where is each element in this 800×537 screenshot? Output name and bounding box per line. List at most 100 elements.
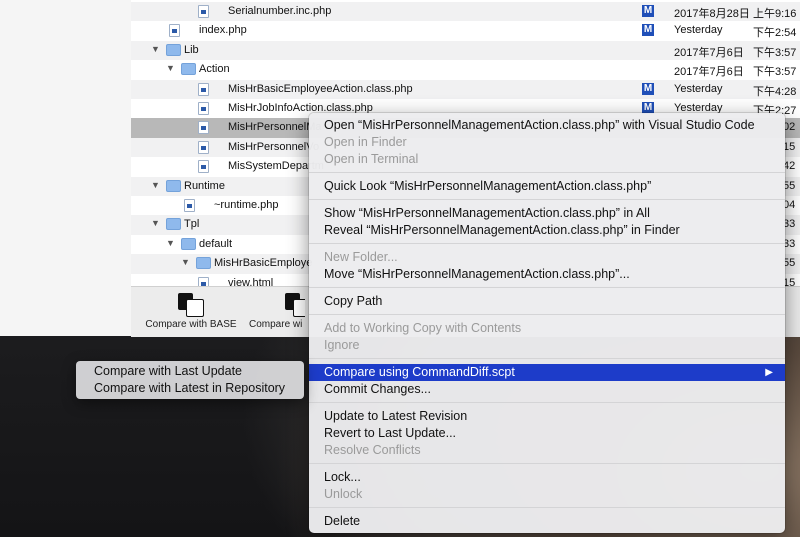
compare-with-base-button[interactable]: Compare with BASE — [141, 293, 241, 330]
folder-icon — [166, 218, 181, 231]
submenu-arrow-icon: ▶ — [765, 367, 773, 378]
php-file-icon — [184, 199, 195, 212]
menu-item-open-mishrpersonnelmanagementaction-clas[interactable]: Open “MisHrPersonnelManagementAction.cla… — [309, 117, 785, 134]
file-name: default — [199, 237, 233, 250]
compare-with-label: Compare wi — [249, 319, 303, 330]
disclosure-triangle-icon[interactable]: ▼ — [181, 257, 191, 267]
menu-item-add-to-working-copy-with-contents: Add to Working Copy with Contents — [309, 320, 785, 337]
menu-item-open-in-terminal: Open in Terminal — [309, 151, 785, 168]
folder-row[interactable]: ▼ Lib 2017年7月6日 下午3:57 — [131, 40, 800, 61]
menu-item-delete[interactable]: Delete — [309, 513, 785, 530]
date-modified: Yesterday — [674, 24, 723, 37]
menu-item-label: Ignore — [324, 338, 360, 352]
menu-item-label: Update to Latest Revision — [324, 409, 468, 423]
menu-item-ignore: Ignore — [309, 337, 785, 354]
folder-icon — [166, 43, 181, 56]
file-row[interactable]: Serialnumber.inc.php M 2017年8月28日 上午9:16 — [131, 2, 800, 22]
menu-item-new-folder: New Folder... — [309, 249, 785, 266]
menu-item-label: Open in Finder — [324, 135, 407, 149]
menu-item-label: Delete — [324, 514, 361, 528]
menu-item-label: Unlock — [324, 487, 363, 501]
php-file-icon — [198, 140, 209, 154]
menu-item-revert-to-last-update[interactable]: Revert to Last Update... — [309, 425, 785, 442]
menu-separator — [309, 401, 785, 403]
file-name: Runtime — [184, 179, 225, 192]
menu-separator — [309, 286, 785, 288]
php-file-icon — [198, 121, 209, 135]
php-file-icon — [198, 82, 209, 96]
menu-item-compare-using-commanddiff-scpt[interactable]: Compare using CommandDiff.scpt ▶ — [309, 364, 785, 381]
php-file-icon — [198, 160, 209, 174]
menu-item-label: Reveal “MisHrPersonnelManagementAction.c… — [324, 223, 680, 237]
time-modified: 下午3:57 — [753, 46, 797, 59]
folder-icon — [166, 179, 181, 192]
disclosure-triangle-icon[interactable]: ▼ — [166, 63, 176, 73]
file-name: Lib — [184, 43, 199, 56]
time-modified: 下午3:57 — [753, 66, 797, 79]
folder-icon — [181, 63, 196, 76]
modified-badge: M — [642, 5, 654, 17]
menu-item-update-to-latest-revision[interactable]: Update to Latest Revision — [309, 408, 785, 425]
submenu-item-compare-latest-repository[interactable]: Compare with Latest in Repository — [94, 380, 285, 397]
menu-item-move-mishrpersonnelmanagementaction-clas[interactable]: Move “MisHrPersonnelManagementAction.cla… — [309, 266, 785, 283]
folder-row[interactable]: ▼ Action 2017年7月6日 下午3:57 — [131, 60, 800, 79]
date-modified: Yesterday — [674, 82, 723, 95]
compare-icon — [285, 293, 305, 317]
menu-item-label: Open “MisHrPersonnelManagementAction.cla… — [324, 118, 755, 132]
menu-item-label: New Folder... — [324, 250, 398, 264]
file-name: MisHrPersonnelVo — [228, 140, 320, 153]
file-name: view.html — [228, 276, 274, 286]
php-file-icon — [198, 276, 209, 286]
php-file-icon — [198, 5, 209, 18]
php-file-icon — [198, 102, 209, 115]
menu-item-commit-changes[interactable]: Commit Changes... — [309, 381, 785, 398]
menu-separator — [309, 313, 785, 315]
menu-item-unlock: Unlock — [309, 486, 785, 503]
menu-separator — [309, 242, 785, 244]
php-file-icon — [169, 24, 180, 38]
menu-item-label: Lock... — [324, 470, 361, 484]
menu-item-show-mishrpersonnelmanagementaction-clas[interactable]: Show “MisHrPersonnelManagementAction.cla… — [309, 205, 785, 222]
menu-separator — [309, 506, 785, 508]
disclosure-triangle-icon[interactable]: ▼ — [166, 238, 176, 248]
date-modified: 2017年8月28日 — [674, 8, 750, 20]
date-modified: 2017年7月6日 — [674, 46, 744, 59]
menu-item-quick-look-mishrpersonnelmanagementactio[interactable]: Quick Look “MisHrPersonnelManagementActi… — [309, 178, 785, 195]
menu-item-label: Show “MisHrPersonnelManagementAction.cla… — [324, 206, 650, 220]
disclosure-triangle-icon[interactable]: ▼ — [151, 44, 161, 54]
file-name: ~runtime.php — [214, 199, 279, 211]
compare-icon — [178, 293, 204, 317]
menu-item-label: Add to Working Copy with Contents — [324, 321, 522, 335]
menu-item-label: Compare using CommandDiff.scpt — [324, 365, 515, 379]
modified-badge: M — [642, 24, 654, 37]
menu-item-label: Open in Terminal — [324, 152, 419, 166]
disclosure-triangle-icon[interactable]: ▼ — [151, 180, 161, 190]
compare-submenu: Compare with Last Update Compare with La… — [76, 361, 304, 399]
file-row[interactable]: MisHrBasicEmployeeAction.class.php M Yeste… — [131, 79, 800, 99]
file-name: index.php — [199, 24, 247, 37]
file-name: MisHrBasicEmployeeAction.class.php — [228, 82, 413, 95]
menu-item-label: Quick Look “MisHrPersonnelManagementActi… — [324, 179, 652, 193]
menu-item-open-in-finder: Open in Finder — [309, 134, 785, 151]
menu-separator — [309, 462, 785, 464]
menu-item-label: Move “MisHrPersonnelManagementAction.cla… — [324, 267, 630, 281]
menu-item-label: Copy Path — [324, 294, 383, 308]
menu-item-lock[interactable]: Lock... — [309, 469, 785, 486]
sidebar-area — [0, 0, 132, 336]
time-modified: 上午9:16 — [753, 8, 797, 20]
menu-separator — [309, 357, 785, 359]
compare-with-button[interactable]: Compare wi — [249, 293, 305, 330]
menu-item-reveal-mishrpersonnelmanagementaction-cl[interactable]: Reveal “MisHrPersonnelManagementAction.c… — [309, 222, 785, 239]
compare-with-base-label: Compare with BASE — [145, 319, 237, 330]
submenu-item-compare-last-update[interactable]: Compare with Last Update — [94, 363, 242, 380]
menu-separator — [309, 198, 785, 200]
time-modified: 下午4:28 — [753, 85, 797, 98]
file-name: Action — [199, 63, 230, 76]
menu-item-copy-path[interactable]: Copy Path — [309, 293, 785, 310]
context-menu: Open “MisHrPersonnelManagementAction.cla… — [309, 113, 785, 533]
file-row[interactable]: index.php M Yesterday 下午2:54 — [131, 21, 800, 40]
file-name: MisHrBasicEmploye — [214, 257, 313, 270]
folder-icon — [181, 237, 196, 250]
file-name: Serialnumber.inc.php — [228, 5, 332, 17]
disclosure-triangle-icon[interactable]: ▼ — [151, 218, 161, 228]
